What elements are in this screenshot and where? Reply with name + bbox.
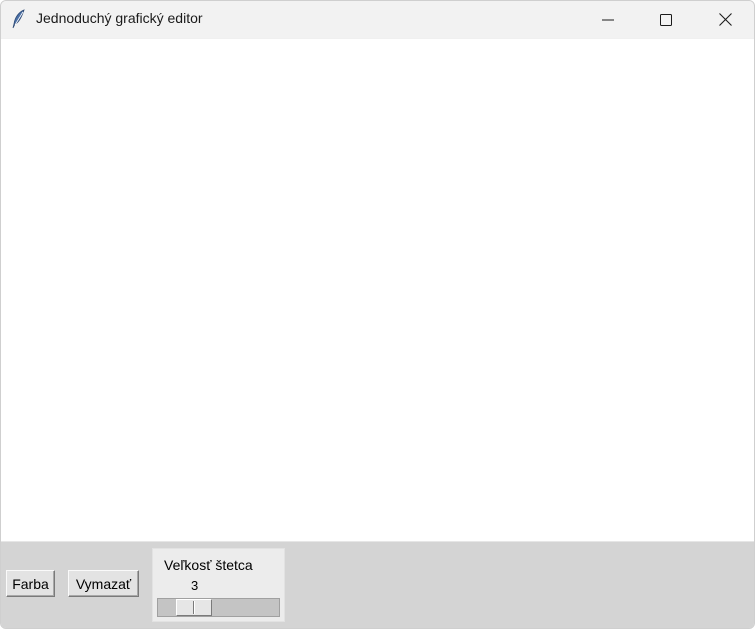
minimize-icon: [602, 14, 614, 26]
clear-button[interactable]: Vymazať: [68, 570, 139, 597]
title-bar[interactable]: Jednoduchý grafický editor: [1, 1, 754, 38]
bottom-toolbar: Farba Vymazať Veľkosť štetca 3: [1, 542, 754, 628]
maximize-button[interactable]: [637, 1, 695, 38]
app-window: Jednoduchý grafický editor Farba Vymazať…: [0, 0, 755, 629]
brush-size-scale: Veľkosť štetca 3: [152, 548, 285, 622]
feather-icon: [11, 9, 27, 29]
slider-grip-light: [194, 601, 195, 614]
color-button[interactable]: Farba: [6, 570, 55, 597]
maximize-icon: [660, 13, 672, 26]
brush-size-label: Veľkosť štetca: [164, 557, 253, 573]
window-title: Jednoduchý grafický editor: [36, 10, 203, 26]
scale-slider-handle[interactable]: [176, 599, 212, 616]
close-button[interactable]: [696, 1, 754, 38]
scale-trough[interactable]: [157, 598, 280, 617]
close-icon: [718, 13, 732, 26]
drawing-canvas[interactable]: [1, 39, 754, 542]
brush-size-value: 3: [191, 578, 199, 593]
minimize-button[interactable]: [579, 1, 637, 38]
